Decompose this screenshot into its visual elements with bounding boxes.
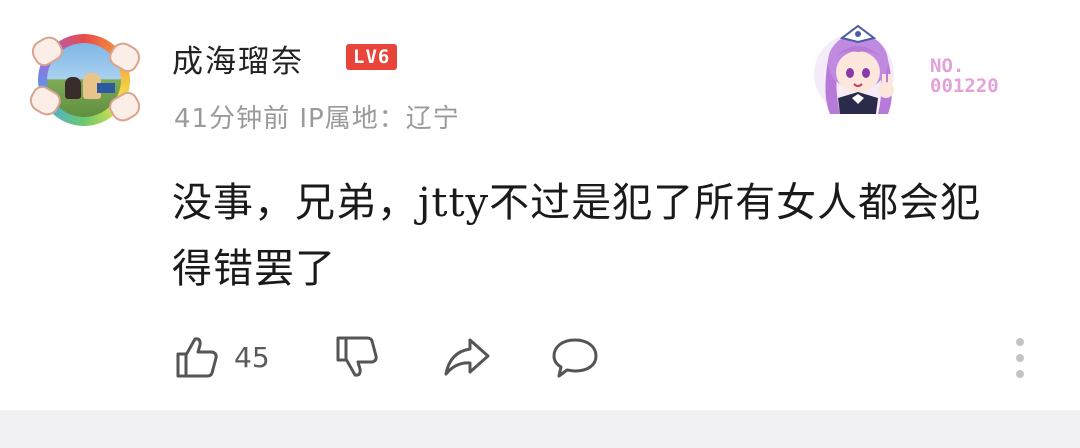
dislike-button[interactable]	[334, 333, 380, 381]
share-button[interactable]	[442, 333, 492, 381]
like-button[interactable]: 45	[174, 333, 270, 381]
like-count: 45	[234, 340, 270, 374]
username[interactable]: 成海瑠奈	[172, 36, 304, 81]
bottom-divider-strip	[0, 410, 1080, 448]
share-icon	[444, 338, 490, 376]
level-badge: LV6	[346, 44, 398, 70]
comment-meta: 41分钟前 IP属地：辽宁	[174, 104, 460, 134]
comment-card: 成海瑠奈 LV6 41分钟前 IP属地：辽宁 NO. 001220 没事，兄弟，…	[0, 0, 1080, 410]
avatar-figure-dark	[65, 77, 81, 99]
thumbs-down-icon	[336, 336, 378, 377]
reply-button[interactable]	[550, 333, 600, 381]
avatar[interactable]	[25, 32, 145, 126]
anime-girl-decoration-icon	[814, 24, 894, 114]
thumbs-up-icon	[176, 337, 218, 378]
avatar-bench	[97, 83, 115, 93]
comment-icon	[552, 338, 598, 378]
comment-text: 没事，兄弟，jtty不过是犯了所有女人都会犯得错罢了	[172, 180, 982, 292]
more-icon[interactable]	[1012, 336, 1028, 380]
decoration-number: NO. 001220	[930, 55, 999, 97]
